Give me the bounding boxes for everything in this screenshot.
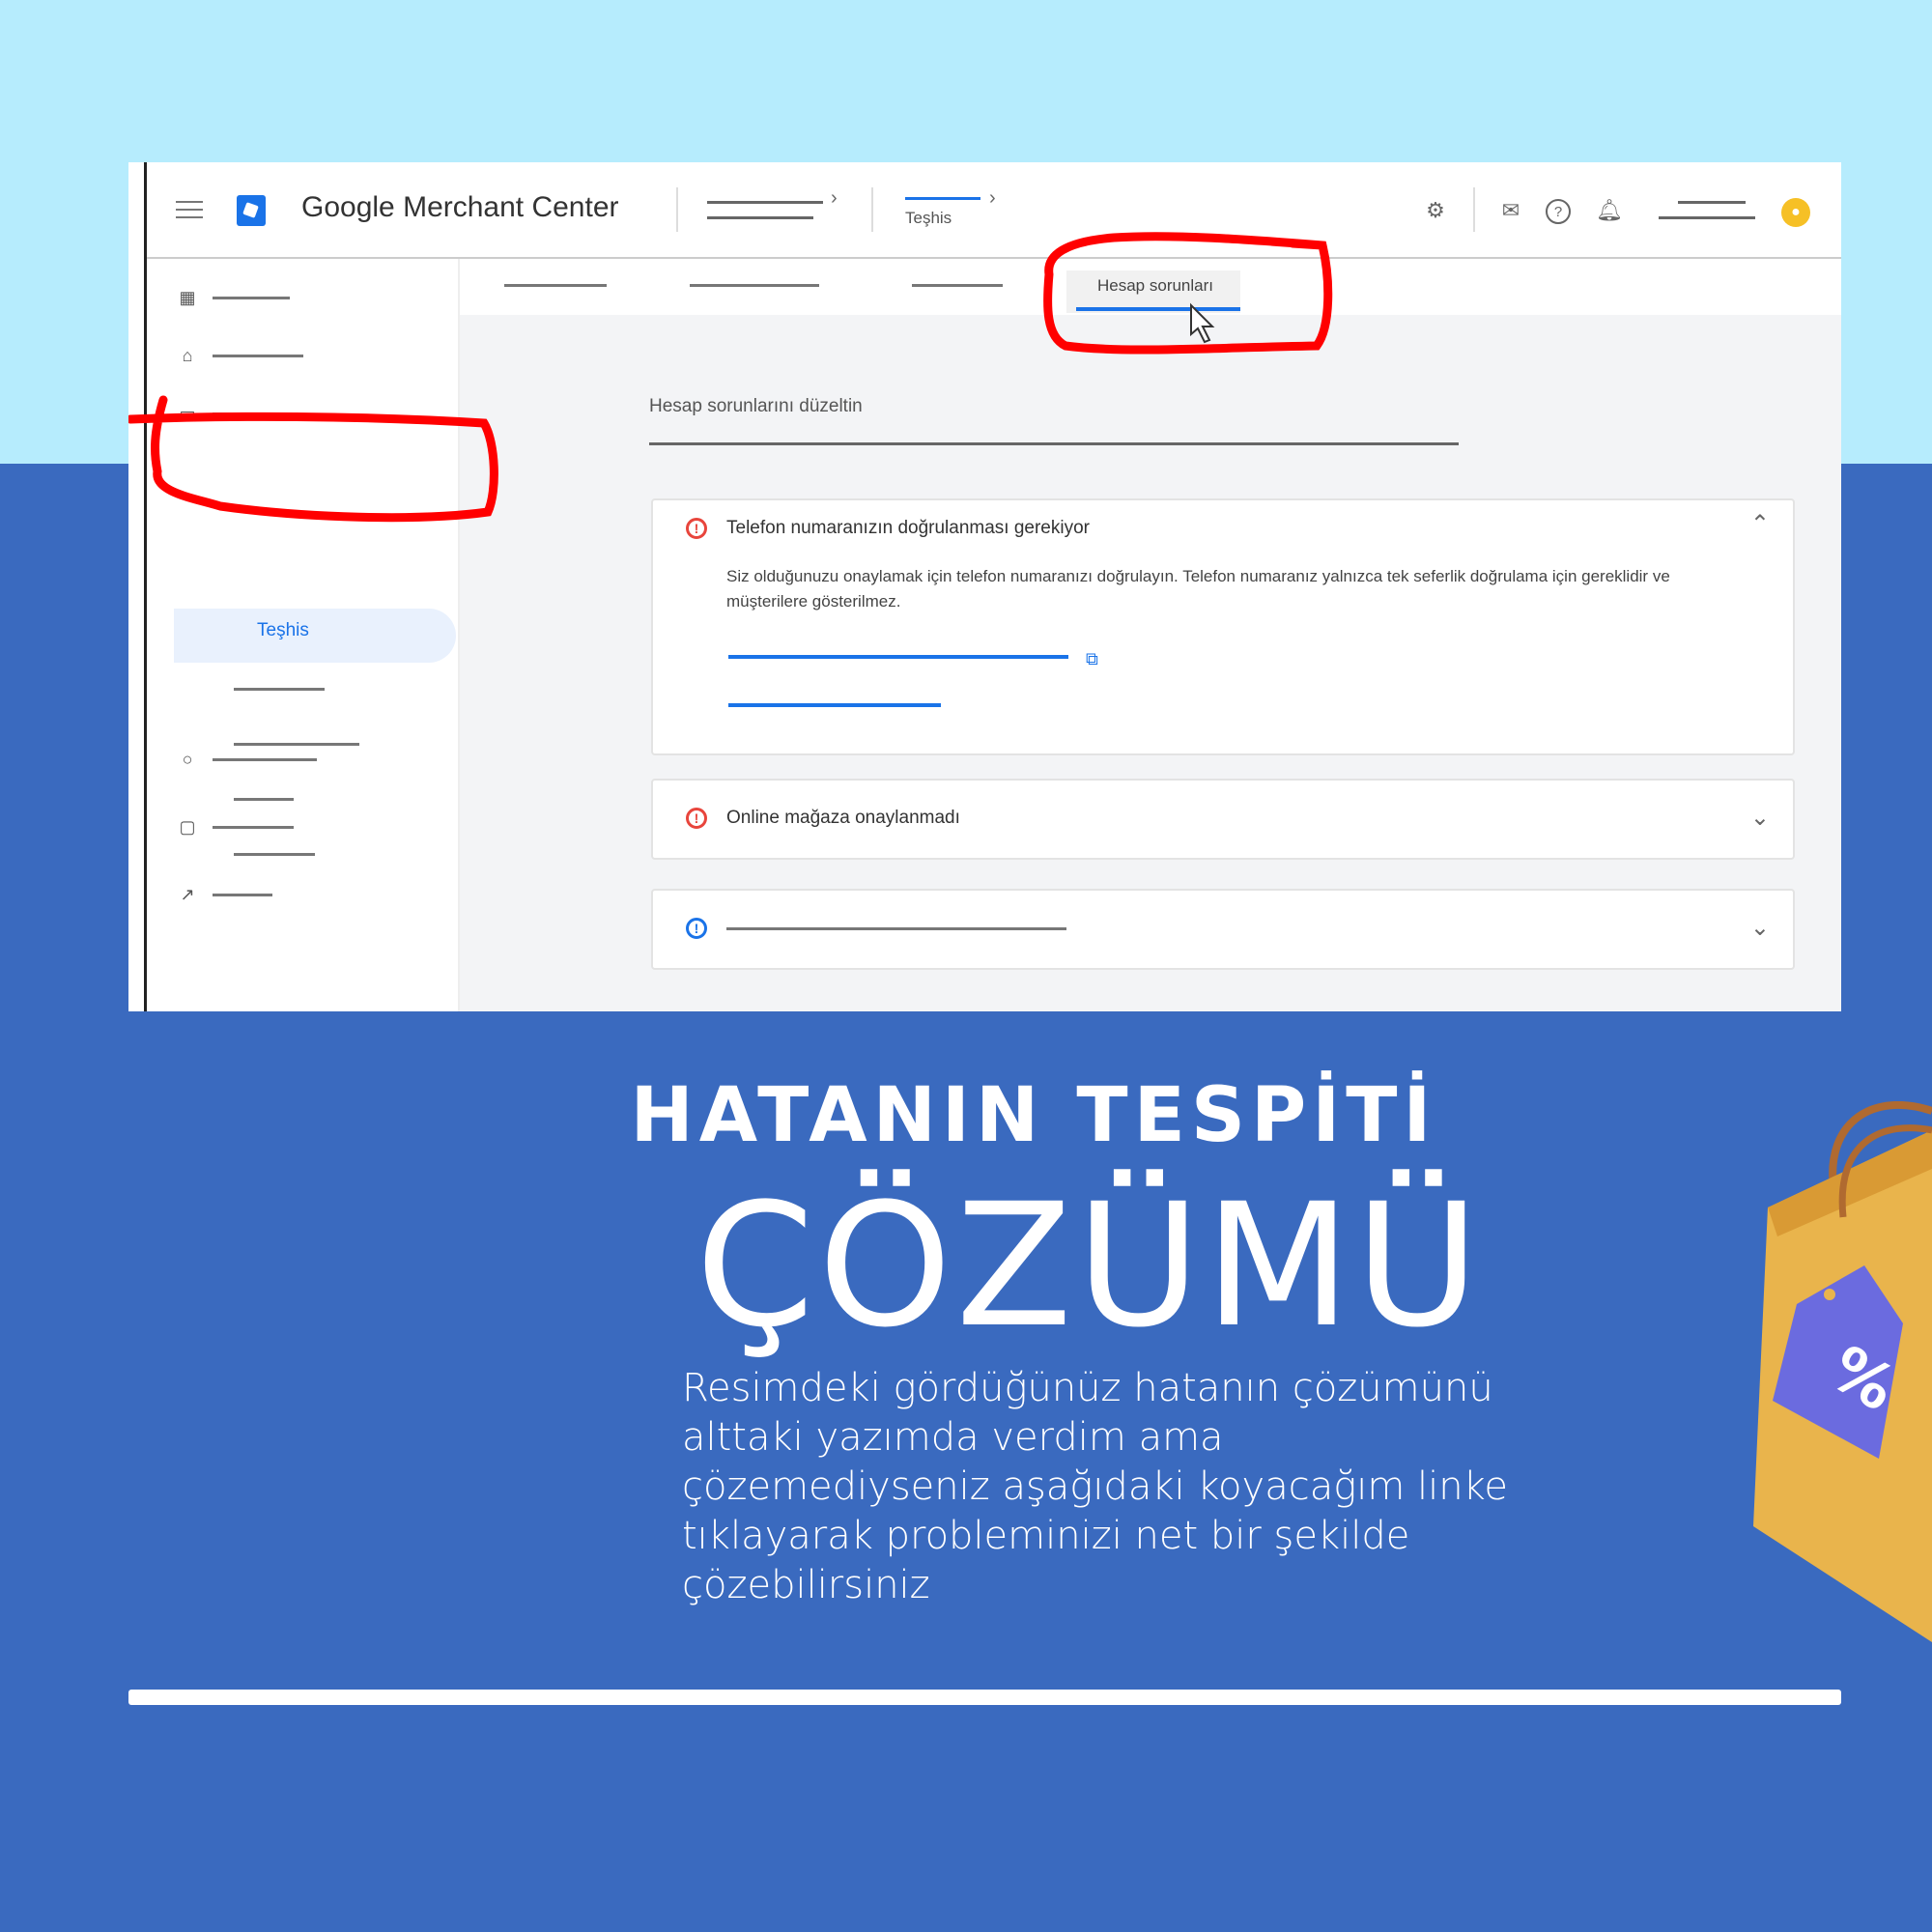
- cursor-icon: [1190, 302, 1215, 344]
- poster-headline: HATANIN TESPİTİ: [630, 1072, 1437, 1159]
- tag-hole: [1824, 1289, 1835, 1300]
- red-highlight-marks: [128, 232, 1333, 523]
- poster-big-title: ÇÖZÜMÜ: [696, 1167, 1484, 1365]
- shopping-bag-icon: %: [1753, 1101, 1932, 1642]
- poster-description: Resimdeki gördüğünüz hatanın çözümünü al…: [682, 1366, 1508, 1607]
- tab-highlight-circle: [1043, 232, 1333, 355]
- sidebar-highlight-circle: [128, 395, 498, 523]
- divider-bar: [128, 1690, 1841, 1705]
- merchant-center-screenshot: Google Merchant Center › Teşhis › ⚙ ✉ ? …: [128, 162, 1841, 1011]
